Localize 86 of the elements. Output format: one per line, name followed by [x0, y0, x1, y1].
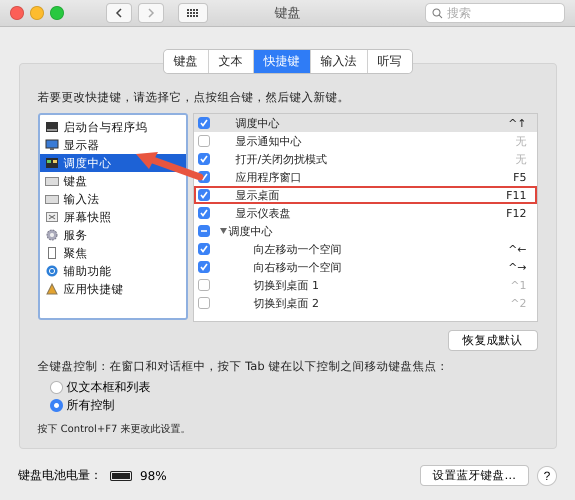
keyboard-icon [44, 175, 58, 187]
shortcut-row[interactable]: 显示桌面 F11 [194, 186, 536, 204]
shortcut-label: 显示桌面 [236, 188, 280, 202]
checkbox[interactable] [198, 207, 210, 219]
category-item[interactable]: 辅助功能 [40, 262, 186, 280]
gear-icon [44, 229, 58, 241]
radio-label: 所有控制 [66, 396, 114, 414]
checkmark-icon [200, 263, 208, 271]
forward-button[interactable] [138, 3, 164, 23]
grid-icon [187, 8, 199, 18]
tab[interactable]: 快捷键 [252, 50, 310, 73]
group-label: 调度中心 [228, 224, 272, 238]
hint-text: 按下 Control+F7 来更改此设置。 [38, 422, 192, 436]
dock-icon [44, 121, 58, 133]
shortcut-label: 应用程序窗口 [236, 170, 302, 184]
radio-button[interactable] [50, 380, 62, 394]
full-keyboard-access-text: 全键盘控制：在窗口和对话框中，按下 Tab 键在以下控制之间移动键盘焦点： [38, 359, 450, 374]
back-button[interactable] [106, 3, 132, 23]
checkmark-icon [200, 119, 208, 127]
shortcut-key: F11 [506, 188, 526, 202]
category-item[interactable]: 服务 [40, 226, 186, 244]
category-item[interactable]: 聚焦 [40, 244, 186, 262]
help-button[interactable]: ? [537, 466, 557, 486]
checkmark-icon [200, 155, 208, 163]
close-button[interactable] [10, 6, 24, 20]
shortcut-label: 显示仪表盘 [236, 206, 290, 220]
shortcut-key: ^← [508, 242, 526, 256]
checkbox[interactable] [198, 261, 210, 273]
shortcut-row[interactable]: 调度中心 ^↑ [194, 114, 536, 132]
category-item[interactable]: 键盘 [40, 172, 186, 190]
checkbox[interactable] [198, 153, 210, 165]
checkbox[interactable] [198, 189, 210, 201]
restore-defaults-button[interactable]: 恢复成默认 [448, 330, 538, 351]
shortcut-label: 向右移动一个空间 [254, 260, 342, 274]
window-title: 键盘 [274, 5, 302, 22]
shortcut-label: 切换到桌面 2 [254, 296, 319, 310]
category-item[interactable]: 启动台与程序坞 [40, 118, 186, 136]
shortcut-label: 打开/关闭勿扰模式 [236, 152, 328, 166]
disclosure-triangle-icon[interactable] [220, 228, 226, 234]
instruction-text: 若要更改快捷键，请选择它，点按组合键，然后键入新键。 [38, 90, 350, 105]
accessibility-icon [44, 265, 58, 277]
back-icon [115, 8, 123, 18]
category-item[interactable]: 输入法 [40, 190, 186, 208]
checkbox[interactable] [198, 117, 210, 129]
shortcut-key: F12 [506, 206, 526, 220]
battery-reading: 98% [140, 468, 167, 482]
shortcut-label: 切换到桌面 1 [254, 278, 319, 292]
category-item[interactable]: 显示器 [40, 136, 186, 154]
forward-icon [147, 8, 155, 18]
checkmark-icon [200, 191, 208, 199]
checkbox[interactable] [198, 279, 210, 291]
display-icon [44, 139, 58, 151]
shortcut-key: ^1 [510, 278, 526, 292]
shortcut-label: 调度中心 [236, 116, 280, 130]
battery-icon [110, 470, 132, 480]
shortcut-label: 显示通知中心 [236, 134, 302, 148]
screenshot-icon [44, 211, 58, 223]
category-item[interactable]: 屏幕快照 [40, 208, 186, 226]
radio-label: 仅文本框和列表 [66, 378, 150, 396]
bluetooth-keyboard-button[interactable]: 设置蓝牙键盘… [420, 465, 529, 486]
keyboard-icon [44, 193, 58, 205]
checkmark-icon [200, 173, 208, 181]
checkmark-icon [200, 209, 208, 217]
checkmark-icon [200, 245, 208, 253]
zoom-button[interactable] [50, 6, 64, 20]
checkbox[interactable] [198, 135, 210, 147]
shortcut-key: 无 [516, 134, 526, 148]
shortcut-key: F5 [513, 170, 526, 184]
category-item[interactable]: 应用快捷键 [40, 280, 186, 298]
shortcut-key: ^↑ [508, 116, 526, 130]
shortcut-key: ^→ [508, 260, 526, 274]
app-icon [44, 283, 58, 295]
checkbox[interactable] [198, 225, 210, 237]
windows-icon [44, 157, 58, 169]
grid-button[interactable] [178, 3, 208, 23]
arrow-annotation [134, 151, 204, 181]
shortcut-key: ^2 [510, 296, 526, 310]
battery-label: 键盘电池电量： [18, 467, 102, 484]
minus-icon [200, 227, 208, 235]
search-icon [432, 8, 443, 18]
shortcut-key: 无 [516, 152, 526, 166]
tab[interactable]: 听写 [366, 50, 412, 73]
shortcut-label: 向左移动一个空间 [254, 242, 342, 256]
radio-button[interactable] [50, 398, 62, 412]
checkbox[interactable] [198, 297, 210, 309]
checkbox[interactable] [198, 243, 210, 255]
